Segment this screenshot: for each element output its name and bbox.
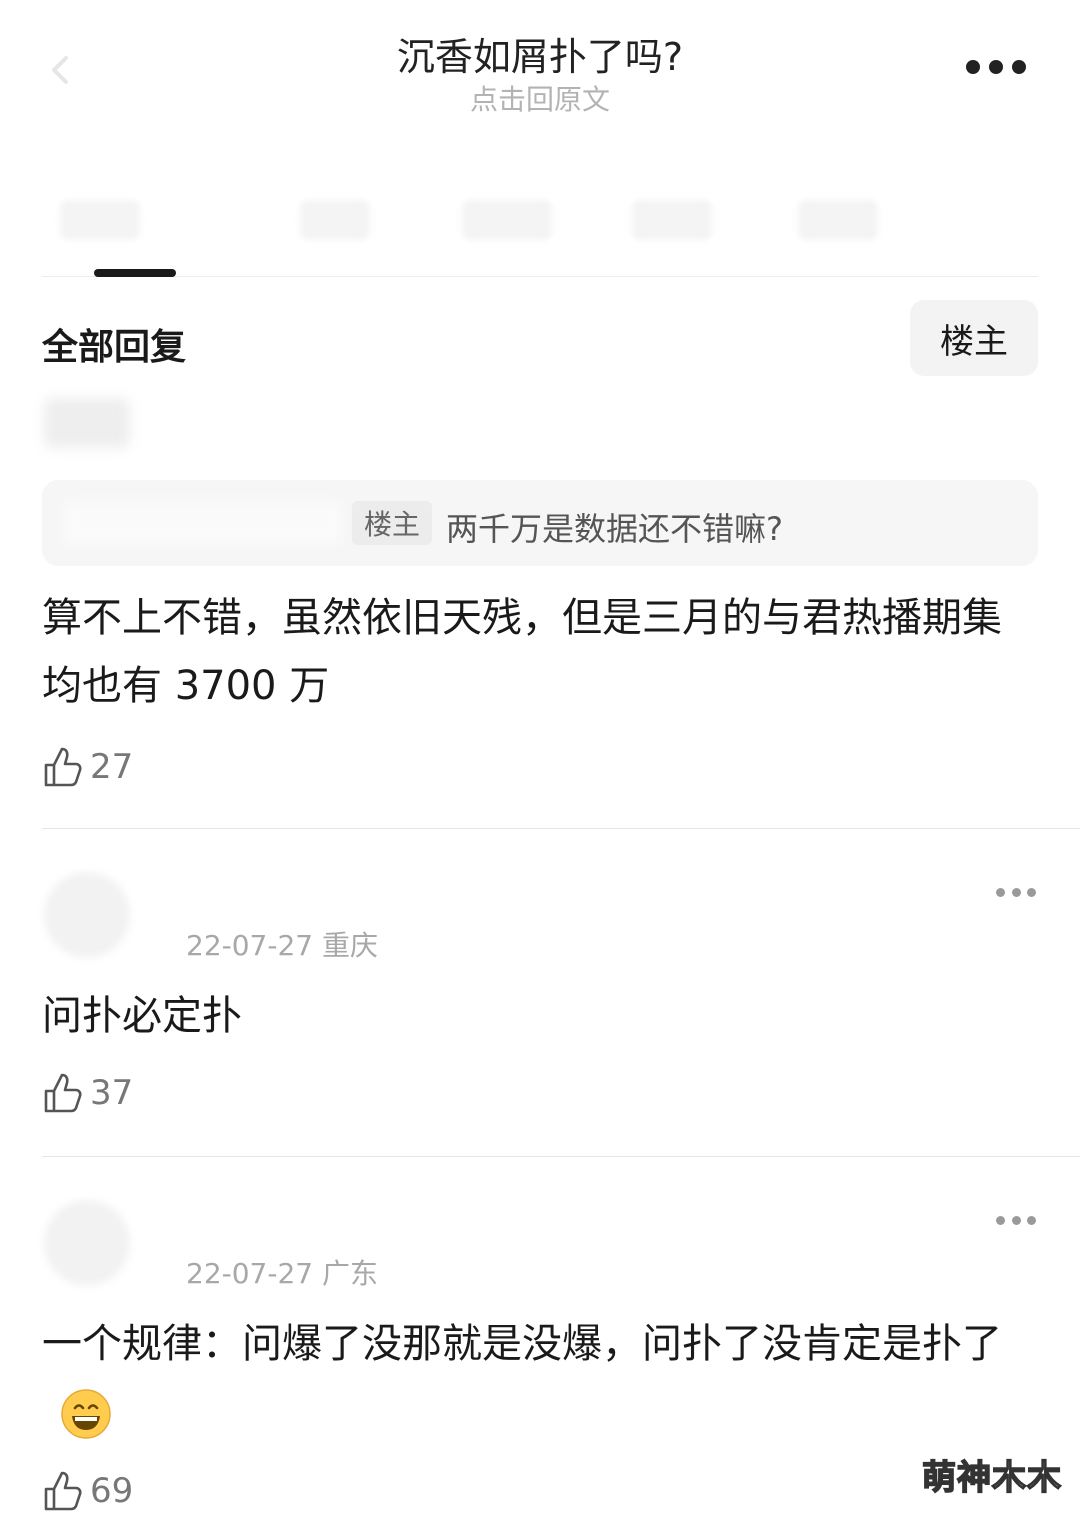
- back-to-original-link[interactable]: 点击回原文: [0, 78, 1080, 118]
- op-badge: 楼主: [352, 501, 433, 545]
- thumbs-up-icon: [44, 747, 82, 787]
- more-options-icon[interactable]: [996, 888, 1036, 898]
- post-title: 沉香如屑扑了吗?: [396, 35, 684, 79]
- more-options-icon[interactable]: [996, 1216, 1036, 1226]
- reply-content: 一个规律：问爆了没那就是没爆，问扑了没肯定是扑了: [42, 1321, 1002, 1367]
- reply-date-location: 22-07-27 广东: [186, 1257, 378, 1290]
- reply-content-block: 一个规律：问爆了没那就是没爆，问扑了没肯定是扑了: [42, 1310, 1038, 1446]
- grinning-face-icon: [61, 1389, 111, 1439]
- avatar[interactable]: [44, 398, 130, 448]
- watermark: 萌神木木: [921, 1457, 1062, 1499]
- thumbs-up-icon: [44, 1471, 82, 1511]
- like-button[interactable]: 27: [42, 742, 133, 792]
- reply-content: 问扑必定扑: [42, 993, 242, 1039]
- divider: [42, 828, 1080, 829]
- thumbs-up-icon: [44, 1073, 82, 1113]
- reply-filter-row: 全部回复 楼主: [42, 300, 1038, 378]
- reply-content: 算不上不错，虽然依旧天残，但是三月的与君热播期集均也有 3700 万: [42, 595, 1002, 709]
- blurred-username: [62, 500, 342, 546]
- like-count: 37: [90, 1073, 134, 1113]
- top-bar: 沉香如屑扑了吗? 点击回原文: [0, 0, 1080, 130]
- tab-blurred[interactable]: [798, 200, 878, 240]
- tab-blurred[interactable]: [632, 200, 712, 240]
- like-button[interactable]: 37: [42, 1068, 133, 1118]
- avatar[interactable]: [44, 872, 130, 958]
- divider: [42, 1156, 1080, 1157]
- all-replies-heading: 全部回复: [42, 327, 187, 368]
- reply-date-location: 22-07-27 重庆: [186, 929, 378, 962]
- quoted-text: 两千万是数据还不错嘛?: [446, 510, 783, 548]
- like-count: 69: [90, 1471, 134, 1511]
- like-count: 27: [90, 747, 134, 787]
- tab-blurred[interactable]: [60, 200, 140, 240]
- tab-indicator: [94, 269, 176, 277]
- tab-blurred[interactable]: [300, 200, 370, 240]
- tab-blurred[interactable]: [462, 200, 552, 240]
- more-icon[interactable]: [966, 60, 1026, 76]
- op-only-button[interactable]: 楼主: [910, 300, 1038, 376]
- quoted-reply[interactable]: 楼主 两千万是数据还不错嘛?: [42, 480, 1038, 566]
- tab-bar: [42, 195, 1038, 277]
- avatar[interactable]: [44, 1200, 130, 1286]
- like-button[interactable]: 69: [42, 1466, 133, 1516]
